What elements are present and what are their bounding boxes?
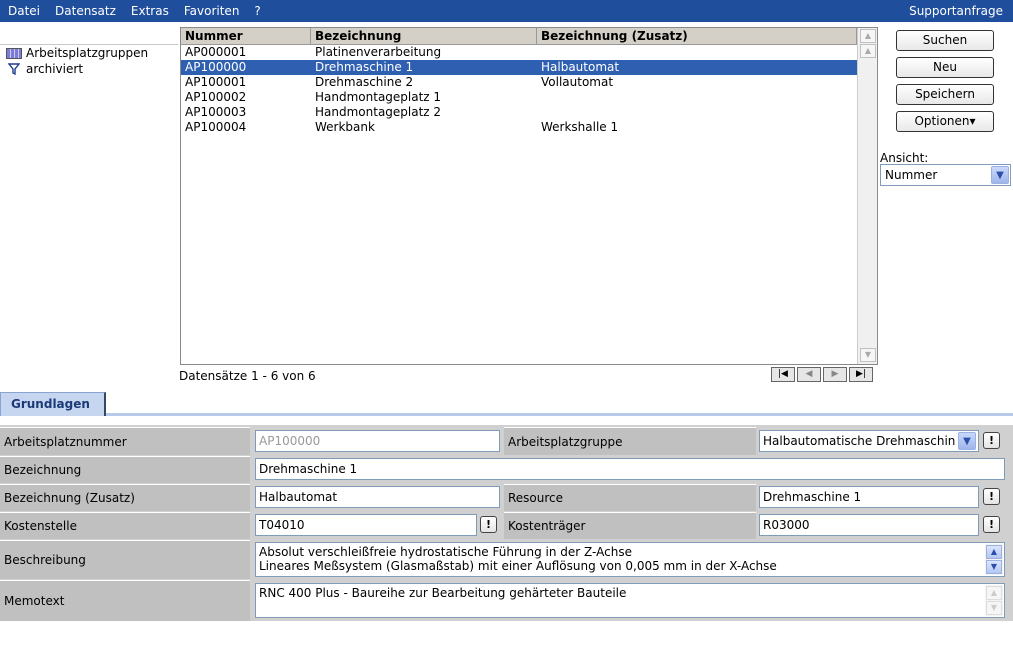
grid-icon: [5, 47, 23, 59]
label-bezeichnung-zusatz: Bezeichnung (Zusatz): [0, 484, 250, 511]
cell-zusatz: [537, 45, 857, 60]
next-record-button[interactable]: ▶: [823, 367, 847, 382]
cell-nummer: AP100002: [185, 90, 247, 104]
cell-nummer: AP100000: [185, 60, 247, 74]
label-arbeitsplatzgruppe: Arbeitsplatzgruppe: [504, 427, 756, 455]
table-row[interactable]: AP100001 Drehmaschine 2 Vollautomat: [181, 75, 857, 90]
bezeichnung-field[interactable]: Drehmaschine 1: [255, 458, 1005, 480]
record-count: Datensätze 1 - 6 von 6: [179, 369, 316, 383]
memotext-value: RNC 400 Plus - Baureihe zur Bearbeitung …: [259, 586, 627, 600]
scroll-down-icon[interactable]: ▼: [860, 348, 876, 362]
scroll-down-icon[interactable]: ▼: [986, 560, 1002, 574]
table-row[interactable]: AP000001 Platinenverarbeitung: [181, 45, 857, 60]
label-memotext: Memotext: [0, 580, 250, 621]
column-bezeichnung[interactable]: Bezeichnung: [311, 28, 537, 44]
cell-zusatz: Vollautomat: [541, 75, 614, 89]
arbeitsplatzgruppe-select[interactable]: Halbautomatische Drehmaschin ▼: [759, 430, 979, 452]
menu-datei[interactable]: Datei: [0, 4, 47, 18]
lookup-kostentraeger-button[interactable]: !: [983, 516, 1000, 533]
cell-zusatz: Werkshalle 1: [541, 120, 619, 134]
view-select-value: Nummer: [885, 168, 938, 182]
tree-item-label: archiviert: [26, 62, 84, 76]
cell-bezeichnung: Drehmaschine 1: [315, 60, 414, 74]
tree-item-label: Arbeitsplatzgruppen: [26, 46, 149, 60]
beschreibung-line: Absolut verschleißfreie hydrostatische F…: [259, 545, 632, 559]
resource-field[interactable]: Drehmaschine 1: [759, 486, 979, 508]
arbeitsplatzgruppe-value: Halbautomatische Drehmaschin: [763, 434, 956, 448]
view-label: Ansicht:: [880, 151, 929, 165]
list-scrollbar[interactable]: ▲ ▲ ▼: [857, 28, 877, 364]
group-tree: Arbeitsplatzgruppen archiviert: [0, 44, 178, 366]
cell-bezeichnung: Werkbank: [315, 120, 375, 134]
menu-bar: Datei Datensatz Extras Favoriten ? Suppo…: [0, 0, 1013, 22]
label-beschreibung: Beschreibung: [0, 540, 250, 579]
menu-help[interactable]: ?: [246, 4, 267, 18]
label-kostentraeger: Kostenträger: [504, 512, 756, 539]
tab-grundlagen[interactable]: Grundlagen: [0, 392, 106, 416]
table-row[interactable]: AP100003 Handmontageplatz 2: [181, 105, 857, 120]
beschreibung-textarea[interactable]: Absolut verschleißfreie hydrostatische F…: [255, 542, 1005, 577]
last-record-button[interactable]: ▶|: [849, 367, 873, 382]
save-button[interactable]: Speichern: [896, 84, 994, 105]
chevron-down-icon[interactable]: ▼: [991, 166, 1009, 184]
cell-bezeichnung: Handmontageplatz 1: [315, 90, 442, 104]
cell-bezeichnung: Platinenverarbeitung: [315, 45, 442, 59]
cell-zusatz: [537, 105, 857, 120]
table-row[interactable]: AP100000 Drehmaschine 1 Halbautomat: [181, 60, 857, 75]
kostentraeger-field[interactable]: R03000: [759, 514, 979, 536]
table-row[interactable]: AP100004 Werkbank Werkshalle 1: [181, 120, 857, 135]
scroll-up-icon[interactable]: ▲: [860, 29, 876, 43]
scroll-down-icon[interactable]: ▼: [986, 601, 1002, 615]
lookup-resource-button[interactable]: !: [983, 488, 1000, 505]
first-record-button[interactable]: |◀: [771, 367, 795, 382]
cell-zusatz: Halbautomat: [541, 60, 620, 74]
previous-record-button[interactable]: ◀: [797, 367, 821, 382]
column-nummer[interactable]: Nummer: [181, 28, 311, 44]
scroll-up-icon[interactable]: ▲: [860, 44, 876, 58]
lookup-arbeitsplatzgruppe-button[interactable]: !: [983, 432, 1000, 449]
cell-bezeichnung: Handmontageplatz 2: [315, 105, 442, 119]
filter-icon: [5, 63, 23, 75]
record-list[interactable]: Nummer Bezeichnung Bezeichnung (Zusatz) …: [180, 27, 878, 365]
beschreibung-line: Lineares Meßsystem (Glasmaßstab) mit ein…: [259, 559, 777, 573]
beschreibung-scrollbar[interactable]: ▲ ▼: [985, 544, 1003, 575]
bezeichnung-zusatz-field[interactable]: Halbautomat: [255, 486, 500, 508]
label-resource: Resource: [504, 484, 756, 511]
kostenstelle-field[interactable]: T04010: [255, 514, 477, 536]
cell-nummer: AP100003: [185, 105, 247, 119]
arbeitsplatznummer-field[interactable]: AP100000: [255, 430, 500, 452]
cell-nummer: AP100004: [185, 120, 247, 134]
cell-nummer: AP000001: [185, 45, 247, 59]
memotext-textarea[interactable]: RNC 400 Plus - Baureihe zur Bearbeitung …: [255, 583, 1005, 618]
cell-nummer: AP100001: [185, 75, 247, 89]
list-header: Nummer Bezeichnung Bezeichnung (Zusatz): [181, 28, 877, 45]
label-bezeichnung: Bezeichnung: [0, 456, 250, 483]
menu-extras[interactable]: Extras: [123, 4, 176, 18]
label-kostenstelle: Kostenstelle: [0, 512, 250, 539]
scroll-up-icon[interactable]: ▲: [986, 545, 1002, 559]
chevron-down-icon[interactable]: ▼: [958, 432, 976, 450]
memotext-scrollbar[interactable]: ▲ ▼: [985, 585, 1003, 616]
options-button[interactable]: Optionen▾: [896, 111, 994, 132]
tree-item-archiviert[interactable]: archiviert: [0, 61, 178, 77]
scroll-up-icon[interactable]: ▲: [986, 586, 1002, 600]
list-body: AP000001 Platinenverarbeitung AP100000 Dreh…: [181, 45, 877, 135]
cell-bezeichnung: Drehmaschine 2: [315, 75, 414, 89]
search-button[interactable]: Suchen: [896, 30, 994, 51]
cell-zusatz: [537, 90, 857, 105]
tab-bar: Grundlagen: [0, 390, 1013, 416]
new-button[interactable]: Neu: [896, 57, 994, 78]
menu-datensatz[interactable]: Datensatz: [47, 4, 123, 18]
view-select[interactable]: Nummer ▼: [880, 164, 1011, 186]
table-row[interactable]: AP100002 Handmontageplatz 1: [181, 90, 857, 105]
lookup-kostenstelle-button[interactable]: !: [480, 516, 497, 533]
label-arbeitsplatznummer: Arbeitsplatznummer: [0, 427, 250, 455]
support-request-link[interactable]: Supportanfrage: [901, 4, 1013, 18]
record-navigation: |◀ ◀ ▶ ▶|: [771, 367, 873, 382]
menu-favoriten[interactable]: Favoriten: [176, 4, 247, 18]
tree-item-arbeitsplatzgruppen[interactable]: Arbeitsplatzgruppen: [0, 45, 178, 61]
column-zusatz[interactable]: Bezeichnung (Zusatz): [537, 28, 857, 44]
